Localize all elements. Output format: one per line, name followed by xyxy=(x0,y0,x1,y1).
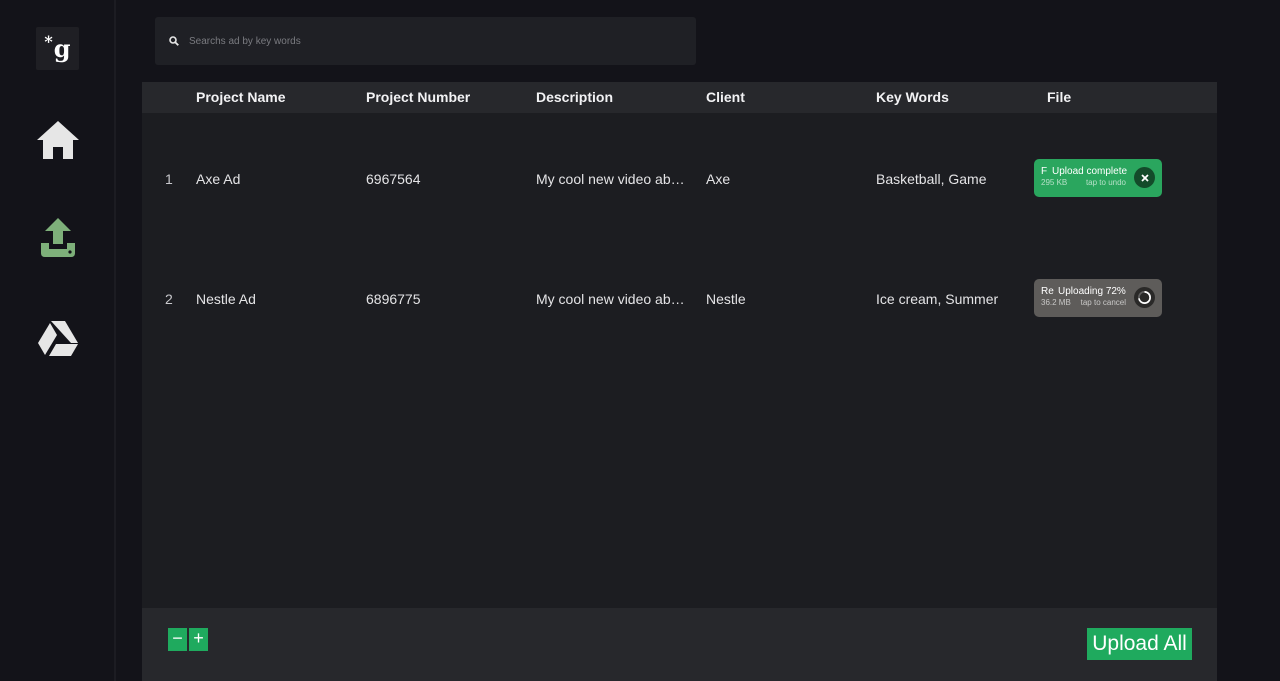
file-size: 295 KB xyxy=(1041,178,1068,187)
add-row-button[interactable]: + xyxy=(189,628,208,651)
file-size: 36.2 MB xyxy=(1041,298,1071,307)
undo-upload-button[interactable] xyxy=(1134,167,1155,188)
cell-project-name[interactable]: Axe Ad xyxy=(196,171,240,187)
upload-status: Upload complete xyxy=(1052,166,1128,177)
cell-description[interactable]: My cool new video about... xyxy=(536,171,691,187)
cell-project-name[interactable]: Nestle Ad xyxy=(196,291,256,307)
home-icon xyxy=(37,121,79,159)
header-project-name: Project Name xyxy=(196,89,286,105)
upload-hint: tap to undo xyxy=(1085,178,1126,187)
sidebar: * g xyxy=(0,0,116,681)
google-drive-icon xyxy=(38,321,78,356)
progress-spinner-icon xyxy=(1138,291,1151,304)
app-logo[interactable]: * g xyxy=(36,27,79,70)
table-row[interactable]: 2 Nestle Ad 6896775 My cool new video ab… xyxy=(142,279,1217,319)
row-index: 1 xyxy=(165,171,173,187)
sidebar-item-home[interactable] xyxy=(34,118,82,162)
header-key-words: Key Words xyxy=(876,89,949,105)
close-icon xyxy=(1140,173,1149,182)
cell-client[interactable]: Axe xyxy=(706,171,730,187)
search-input[interactable] xyxy=(187,34,667,48)
file-name: Re xyxy=(1041,286,1054,297)
header-client: Client xyxy=(706,89,745,105)
upload-hint: tap to cancel xyxy=(1080,298,1126,307)
file-name: F xyxy=(1041,166,1048,177)
upload-status: Uploading 72% xyxy=(1058,286,1126,297)
upload-all-button[interactable]: Upload All xyxy=(1087,628,1192,660)
cell-key-words[interactable]: Ice cream, Summer xyxy=(876,291,998,307)
search-bar[interactable] xyxy=(155,17,696,65)
header-file: File xyxy=(1047,89,1072,105)
header-project-number: Project Number xyxy=(366,89,471,105)
cell-description[interactable]: My cool new video about... xyxy=(536,291,691,307)
cancel-upload-button[interactable] xyxy=(1134,287,1155,308)
remove-row-button[interactable]: − xyxy=(168,628,187,651)
table-footer: − + Upload All xyxy=(142,608,1217,681)
sidebar-item-upload[interactable] xyxy=(34,216,82,260)
header-description: Description xyxy=(536,89,614,105)
cell-client[interactable]: Nestle xyxy=(706,291,746,307)
table-row[interactable]: 1 Axe Ad 6967564 My cool new video about… xyxy=(142,159,1217,199)
search-icon xyxy=(169,36,179,46)
row-index: 2 xyxy=(165,291,173,307)
cell-project-number[interactable]: 6896775 xyxy=(366,291,421,307)
file-upload-item[interactable]: Re Uploading 72% 36.2 MB tap to cancel xyxy=(1034,279,1162,317)
logo-mark: * xyxy=(44,32,53,51)
cell-project-number[interactable]: 6967564 xyxy=(366,171,421,187)
logo-text: g xyxy=(53,34,71,63)
sidebar-item-drive[interactable] xyxy=(34,316,82,360)
projects-table: Project Name Project Number Description … xyxy=(142,82,1217,608)
file-upload-item[interactable]: F Upload complete 295 KB tap to undo xyxy=(1034,159,1162,197)
cell-key-words[interactable]: Basketball, Game xyxy=(876,171,987,187)
upload-icon xyxy=(41,218,75,257)
table-header: Project Name Project Number Description … xyxy=(142,82,1217,113)
